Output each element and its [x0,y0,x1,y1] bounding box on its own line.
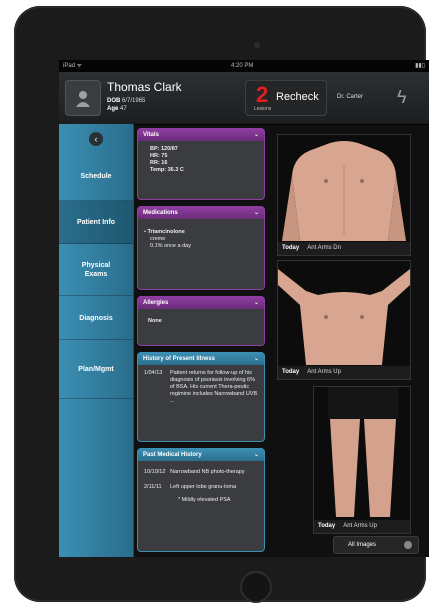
home-button[interactable] [240,571,272,603]
vital-bp: BP: 120/87 [150,146,178,152]
allergies-value: None [148,318,162,324]
vitals-card-header: Vitals ⌄ [138,129,264,141]
photo-caption: Today Ant Arms Dn [278,242,410,255]
battery-icon: ▮▮▯ [415,63,425,69]
medications-card[interactable]: Medications ⌄ • Triamcinolone creme 0.1% … [137,206,265,290]
pmh-text: Narrowband NB photo-therapy [170,469,245,475]
photo-gallery: Today Ant Arms Dn Today Ant Arms Up Today A… [275,132,411,552]
recheck-label: Recheck [276,91,319,103]
sidebar-item-plan-mgmt[interactable]: Plan/Mgmt [59,340,133,399]
drug-dose: 0.1% once a day [150,243,191,249]
patient-name: Thomas Clark [107,80,182,94]
lightning-icon[interactable]: ϟ [397,87,407,108]
sidebar-item-patient-info[interactable]: Patient Info [59,201,133,244]
drug-name: Triamcinolone [147,229,185,235]
vitals-values: BP: 120/87 HR: 75 RR: 16 Temp: 36.3 C [138,141,264,179]
hpi-date: 1/04/13 [144,370,163,376]
age-label: Age [107,106,119,112]
chevron-down-icon[interactable]: ⌄ [254,129,259,141]
all-images-label: All Images [348,542,377,548]
photo-thumbnail[interactable]: Today Ant Arms Dn [277,134,411,256]
avatar[interactable] [65,80,101,116]
hpi-card-header: History of Present Illness ⌄ [138,353,264,365]
vital-temp: Temp: 36.3 C [150,167,184,173]
patient-demographics: DOB 6/7/1965 Age 47 [107,97,145,113]
carrier-label: iPad ᯤ [63,63,83,69]
allergies-title: Allergies [143,300,169,306]
photo-label: Ant Arms Up [343,523,377,529]
medications-title: Medications [143,210,178,216]
sidebar-item-schedule[interactable]: Schedule [59,152,133,201]
sidebar-item-physical-exams[interactable]: Physical Exams [59,244,133,296]
allergies-card[interactable]: Allergies ⌄ None [137,296,265,346]
chevron-down-icon[interactable]: ⌄ [254,297,259,309]
pmh-card-header: Past Medical History ⌄ [138,449,264,461]
legs-photo-image [314,387,410,520]
photo-thumbnail[interactable]: Today Ant Arms Up [313,386,411,534]
pmh-card[interactable]: Past Medical History ⌄ 10/10/12 Narrowband… [137,448,265,552]
person-icon [76,91,90,107]
vitals-card[interactable]: Vitals ⌄ BP: 120/87 HR: 75 RR: 16 Temp: 3… [137,128,265,200]
back-button[interactable]: ‹ [89,132,103,146]
clock: 4:20 PM [231,63,254,69]
photo-day: Today [318,523,336,529]
sidebar-nav: ‹ Schedule Patient Info Physical Exams D… [59,124,134,557]
hpi-body: 1/04/13 Patient returns for follow-up of … [138,365,264,410]
recheck-count: 2 [256,82,269,107]
hpi-title: History of Present Illness [143,356,216,362]
photo-day: Today [282,369,300,375]
chevron-down-icon[interactable]: ⌄ [254,353,259,365]
patient-header: Thomas Clark DOB 6/7/1965 Age 47 2 Lesio… [59,72,429,125]
recheck-button[interactable]: 2 Lesions Recheck [245,80,327,116]
pmh-title: Past Medical History [143,452,202,458]
list-item: 10/10/12 Narrowband NB photo-therapy [144,469,258,476]
vital-hr: HR: 75 [150,153,168,159]
doctor-name[interactable]: Dr. Carter [337,94,363,100]
photo-thumbnail[interactable]: Today Ant Arms Up [277,260,411,380]
torso-photo-image [278,261,410,366]
camera [254,42,260,48]
photo-caption: Today Ant Arms Up [314,520,410,533]
hpi-card[interactable]: History of Present Illness ⌄ 1/04/13 Patie… [137,352,265,442]
patient-info-cards: Vitals ⌄ BP: 120/87 HR: 75 RR: 16 Temp: 3… [137,124,265,557]
chevron-down-icon[interactable]: ⌄ [254,449,259,461]
pmh-body: 10/10/12 Narrowband NB photo-therapy 2/11… [138,461,264,509]
photo-day: Today [282,245,300,251]
medications-card-header: Medications ⌄ [138,207,264,219]
dob-label: DOB [107,98,121,104]
vital-rr: RR: 16 [150,160,168,166]
photo-caption: Today Ant Arms Up [278,366,410,379]
pmh-date: 2/11/11 [144,484,162,490]
pmh-text: Left upper lobe granu-loma [170,484,237,490]
dob-value: 6/7/1965 [122,98,146,104]
photo-label: Ant Arms Up [307,369,341,375]
app-screen: iPad ᯤ 4:20 PM ▮▮▯ Thomas Clark DOB 6/7/… [59,60,429,557]
vitals-title: Vitals [143,132,159,138]
drug-form: creme [150,236,166,242]
pmh-note: * Mildly elevated PSA [178,497,231,503]
chevron-down-icon[interactable]: ⌄ [254,207,259,219]
sidebar-item-diagnosis[interactable]: Diagnosis [59,297,133,340]
medications-body: • Triamcinolone creme 0.1% once a day [138,219,264,255]
status-bar: iPad ᯤ 4:20 PM ▮▮▯ [59,60,429,72]
hpi-text: Patient returns for follow-up of his dia… [170,370,258,404]
all-images-button[interactable]: All Images [333,536,419,554]
torso-photo-image [278,135,410,242]
recheck-sublabel: Lesions [254,106,272,112]
list-item: 2/11/11 Left upper lobe granu-loma [144,484,258,491]
age-value: 47 [120,106,127,112]
pmh-date: 10/10/12 [144,469,166,475]
allergies-card-header: Allergies ⌄ [138,297,264,309]
info-icon [404,541,412,549]
photo-label: Ant Arms Dn [307,245,341,251]
